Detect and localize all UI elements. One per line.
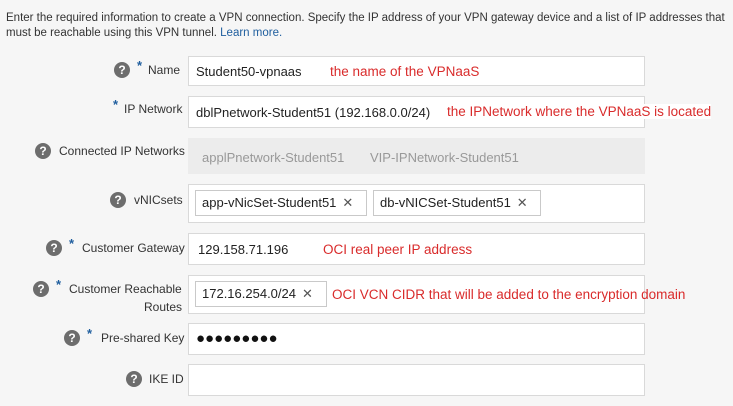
reachable-routes-annotation: OCI VCN CIDR that will be added to the e… — [332, 287, 686, 302]
learn-more-link[interactable]: Learn more. — [220, 27, 282, 39]
connected-network-value: applPnetwork-Student51 — [202, 150, 345, 165]
remove-chip-icon[interactable]: ✕ — [342, 195, 353, 210]
preshared-key-value: ●●●●●●●●● — [196, 330, 278, 347]
vnicsets-label: vNICsets — [134, 193, 183, 207]
customer-gateway-input[interactable]: 129.158.71.196 OCI real peer IP address — [188, 233, 645, 265]
remove-chip-icon[interactable]: ✕ — [517, 195, 528, 210]
vnicset-chip: db-vNICSet-Student51 ✕ — [373, 190, 541, 216]
help-icon[interactable]: ? — [46, 240, 62, 256]
ike-id-label: IKE ID — [149, 372, 184, 386]
remove-chip-icon[interactable]: ✕ — [302, 286, 313, 301]
help-icon[interactable]: ? — [35, 143, 51, 159]
customer-gateway-annotation: OCI real peer IP address — [323, 242, 473, 257]
help-icon[interactable]: ? — [126, 371, 142, 387]
help-icon[interactable]: ? — [110, 192, 126, 208]
vnicsets-input[interactable]: app-vNicSet-Student51 ✕ db-vNICSet-Studen… — [188, 184, 645, 223]
connected-network-value: VIP-IPNetwork-Student51 — [370, 150, 519, 165]
required-asterisk: * — [56, 277, 62, 292]
ip-network-label: IP Network — [124, 102, 183, 116]
required-asterisk: * — [113, 97, 119, 112]
intro-text: Enter the required information to create… — [6, 11, 726, 41]
connected-networks-label: Connected IP Networks — [59, 144, 185, 158]
name-annotation: the name of the VPNaaS — [330, 64, 480, 79]
name-label: Name — [148, 63, 181, 77]
vnicset-chip: app-vNicSet-Student51 ✕ — [195, 190, 367, 216]
route-chip: 172.16.254.0/24 ✕ — [195, 281, 327, 307]
required-asterisk: * — [137, 58, 143, 73]
name-value: Student50-vpnaas — [196, 64, 302, 79]
preshared-key-input[interactable]: ●●●●●●●●● — [188, 323, 645, 355]
ike-id-input[interactable] — [188, 364, 645, 396]
intro-description: Enter the required information to create… — [6, 12, 725, 39]
help-icon[interactable]: ? — [33, 281, 49, 297]
connected-networks-field: applPnetwork-Student51 VIP-IPNetwork-Stu… — [188, 138, 645, 174]
preshared-key-label: Pre-shared Key — [101, 331, 185, 345]
help-icon[interactable]: ? — [114, 62, 130, 78]
name-input[interactable]: Student50-vpnaas the name of the VPNaaS — [188, 56, 645, 86]
customer-gateway-label: Customer Gateway — [82, 241, 185, 255]
required-asterisk: * — [69, 236, 75, 251]
help-icon[interactable]: ? — [64, 330, 80, 346]
route-chip-label: 172.16.254.0/24 — [202, 286, 296, 301]
required-asterisk: * — [87, 326, 93, 341]
vnicset-chip-label: db-vNICSet-Student51 — [380, 195, 511, 210]
reachable-routes-label: Customer Reachable — [69, 282, 182, 296]
reachable-routes-label: Routes — [144, 300, 183, 314]
ip-network-annotation: the IPNetwork where the VPNaaS is locate… — [447, 104, 712, 119]
customer-gateway-value: 129.158.71.196 — [198, 242, 289, 257]
vnicset-chip-label: app-vNicSet-Student51 — [202, 195, 337, 210]
ip-network-value: dblPnetwork-Student51 (192.168.0.0/24) — [196, 105, 431, 120]
